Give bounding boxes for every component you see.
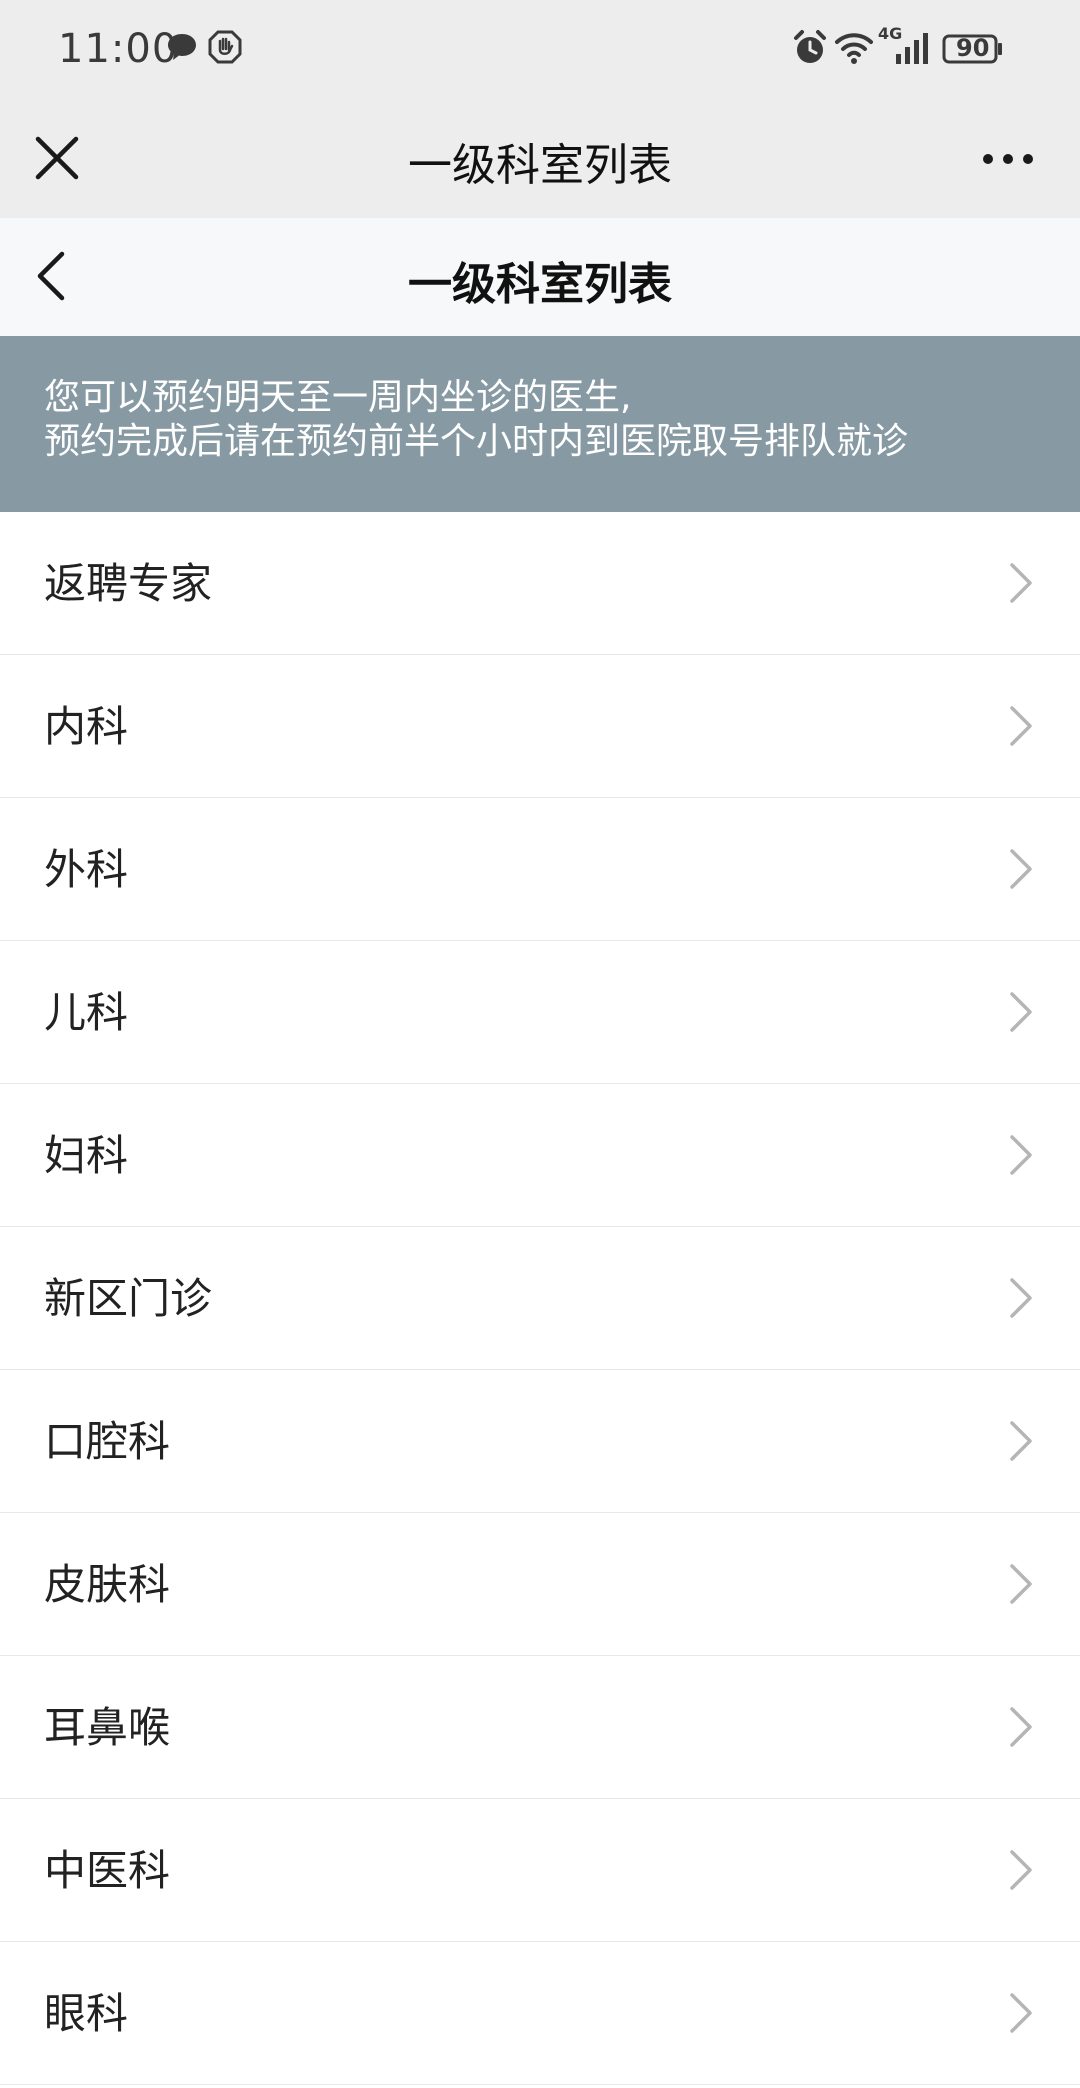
battery-level: 90 xyxy=(956,34,990,62)
department-label: 中医科 xyxy=(44,1846,171,1895)
department-label: 内科 xyxy=(44,702,129,751)
chevron-right-icon xyxy=(1010,1135,1032,1175)
department-item[interactable]: 新区门诊 xyxy=(0,1227,1080,1370)
department-list: 返聘专家内科外科儿科妇科新区门诊口腔科皮肤科耳鼻喉中医科眼科 xyxy=(0,512,1080,2085)
department-label: 皮肤科 xyxy=(44,1560,171,1609)
department-label: 眼科 xyxy=(44,1989,129,2038)
chevron-right-icon xyxy=(1010,1707,1032,1747)
chat-bubble-icon xyxy=(168,34,196,60)
chevron-right-icon xyxy=(1010,849,1032,889)
hand-icon xyxy=(208,30,242,64)
department-label: 口腔科 xyxy=(44,1417,171,1466)
department-item[interactable]: 眼科 xyxy=(0,1942,1080,2085)
department-label: 返聘专家 xyxy=(44,559,213,608)
status-icons: 4G 90 xyxy=(792,24,1022,76)
signal-icon xyxy=(896,33,928,64)
chevron-right-icon xyxy=(1010,1564,1032,1604)
department-item[interactable]: 妇科 xyxy=(0,1084,1080,1227)
chevron-right-icon xyxy=(1010,1421,1032,1461)
alarm-icon xyxy=(794,30,826,63)
department-label: 儿科 xyxy=(44,988,129,1037)
status-time: 11:00 xyxy=(58,26,179,72)
chevron-right-icon xyxy=(1010,1993,1032,2033)
page-title: 一级科室列表 xyxy=(408,259,672,310)
chevron-right-icon xyxy=(1010,706,1032,746)
department-label: 耳鼻喉 xyxy=(44,1703,171,1752)
department-label: 新区门诊 xyxy=(44,1274,213,1323)
appointment-notice: 您可以预约明天至一周内坐诊的医生, 预约完成后请在预约前半个小时内到医院取号排队… xyxy=(0,336,1080,512)
department-item[interactable]: 中医科 xyxy=(0,1799,1080,1942)
wifi-icon xyxy=(835,33,873,64)
chevron-right-icon xyxy=(1010,563,1032,603)
department-label: 外科 xyxy=(44,845,129,894)
window-title: 一级科室列表 xyxy=(408,140,672,191)
more-icon[interactable] xyxy=(980,139,1036,179)
department-label: 妇科 xyxy=(44,1131,129,1180)
notice-line-2: 预约完成后请在预约前半个小时内到医院取号排队就诊 xyxy=(44,421,909,462)
chevron-right-icon xyxy=(1010,992,1032,1032)
department-item[interactable]: 返聘专家 xyxy=(0,512,1080,655)
department-item[interactable]: 口腔科 xyxy=(0,1370,1080,1513)
notice-line-1: 您可以预约明天至一周内坐诊的医生, xyxy=(44,377,632,418)
page-header: 一级科室列表 xyxy=(0,218,1080,336)
status-bar: 11:00 4G 90 xyxy=(0,0,1080,105)
department-item[interactable]: 内科 xyxy=(0,655,1080,798)
department-item[interactable]: 外科 xyxy=(0,798,1080,941)
chevron-right-icon xyxy=(1010,1850,1032,1890)
title-bar: 一级科室列表 xyxy=(0,105,1080,218)
department-item[interactable]: 儿科 xyxy=(0,941,1080,1084)
department-item[interactable]: 耳鼻喉 xyxy=(0,1656,1080,1799)
chevron-right-icon xyxy=(1010,1278,1032,1318)
department-item[interactable]: 皮肤科 xyxy=(0,1513,1080,1656)
